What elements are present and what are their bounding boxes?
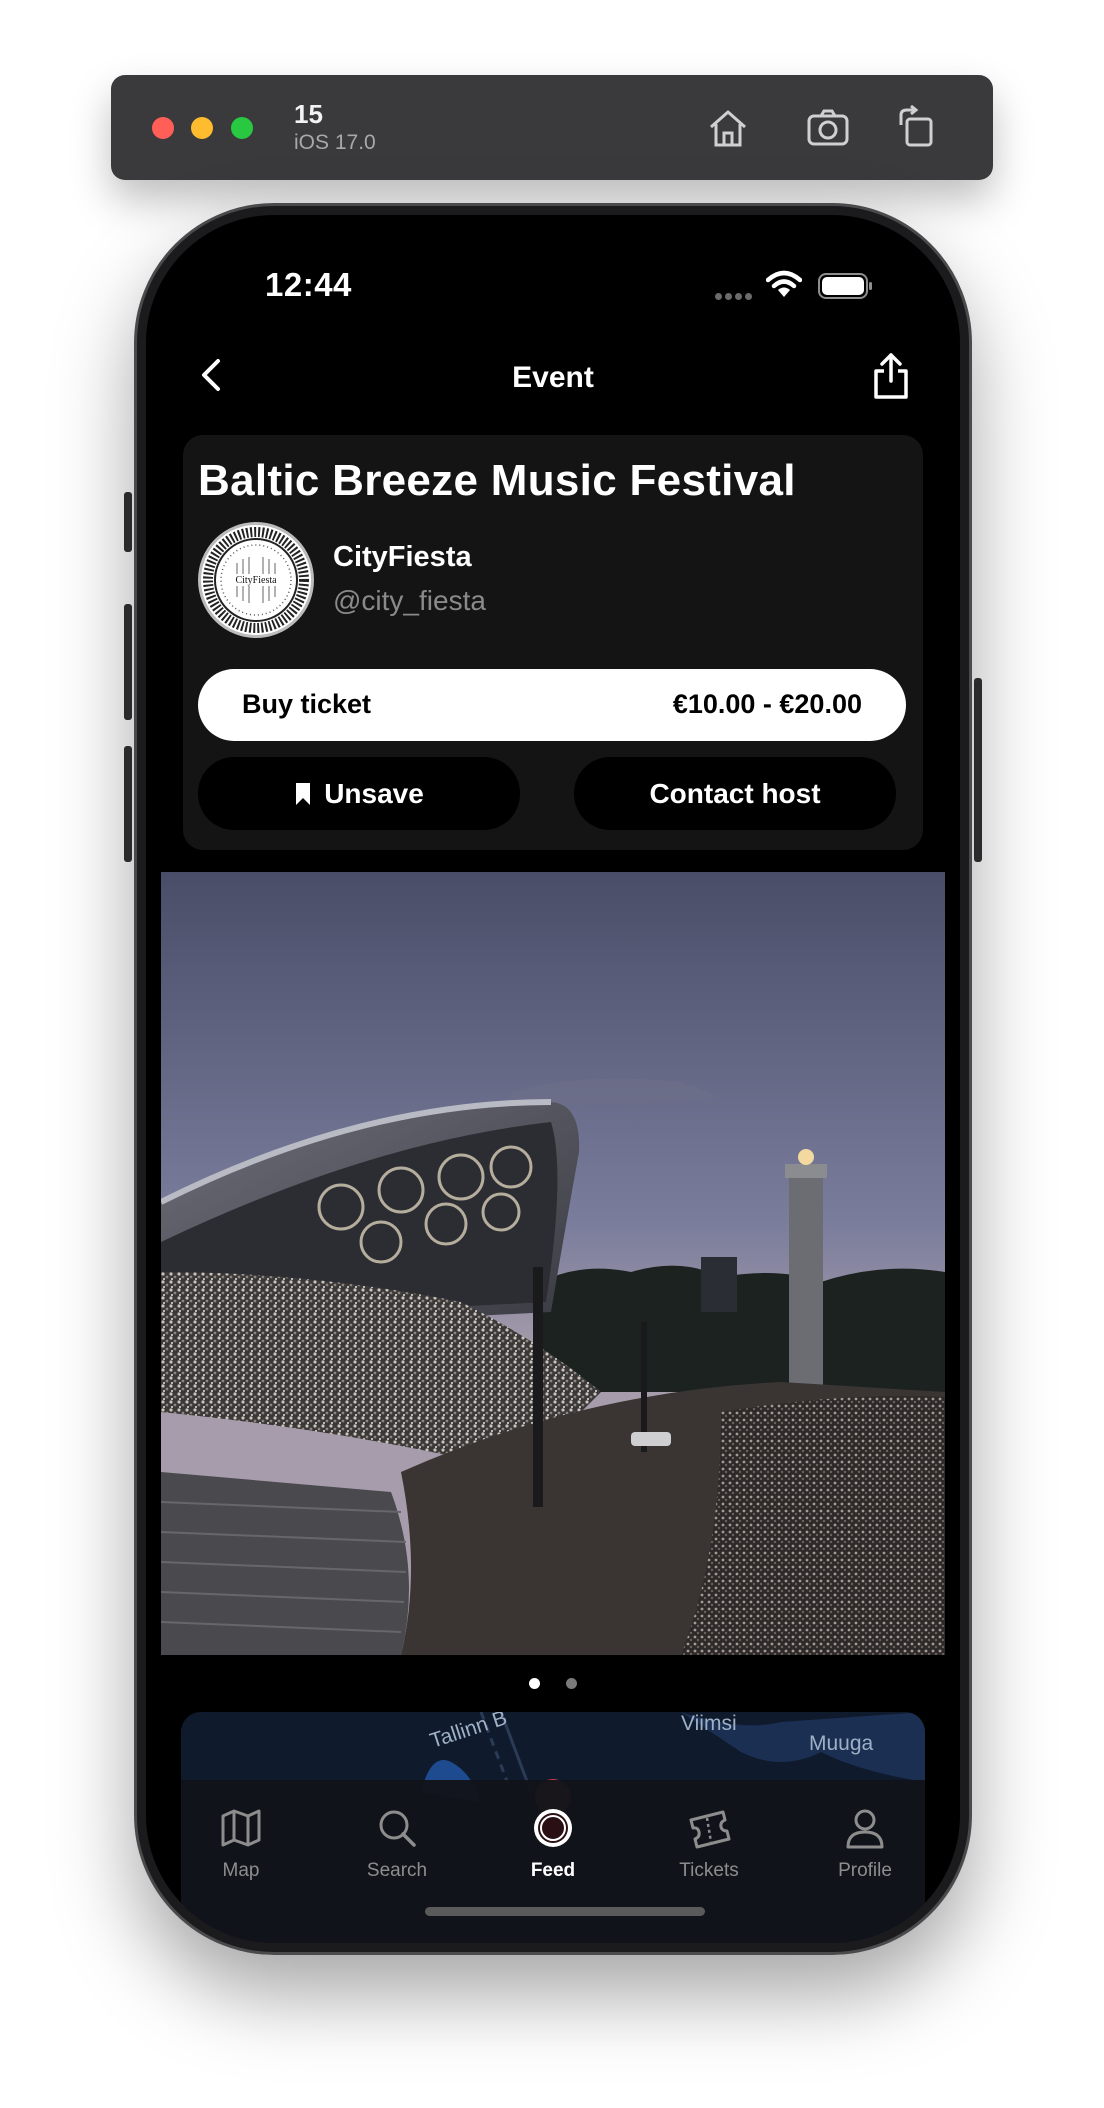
event-title: Baltic Breeze Music Festival: [198, 456, 796, 505]
event-card: Baltic Breeze Music Festival CityFiesta …: [183, 435, 923, 850]
tab-search[interactable]: Search: [337, 1806, 457, 1882]
profile-icon: [846, 1809, 884, 1849]
phone-screen: 12:44 Event Baltic Breeze Music Festival: [146, 215, 960, 1943]
unsave-button[interactable]: Unsave: [198, 757, 520, 830]
tab-bar: Map Search Feed Tickets Profile: [181, 1780, 925, 1943]
contact-host-label: Contact host: [649, 777, 821, 809]
page-dot-active[interactable]: [528, 1678, 540, 1689]
share-button[interactable]: [870, 351, 912, 401]
map-label-muuga: Muuga: [809, 1732, 874, 1755]
zoom-window-button[interactable]: [231, 117, 253, 139]
simulator-device-name: 15: [294, 99, 323, 129]
photo-page-indicator[interactable]: [146, 1676, 960, 1694]
tab-map-label: Map: [222, 1860, 260, 1881]
rotate-icon[interactable]: [895, 105, 941, 151]
host-name[interactable]: CityFiesta: [333, 541, 472, 574]
home-icon[interactable]: [705, 105, 751, 151]
tab-tickets-label: Tickets: [679, 1860, 739, 1881]
host-logo: CityFiesta: [203, 527, 309, 633]
host-avatar[interactable]: CityFiesta: [198, 522, 314, 638]
event-photo[interactable]: [161, 872, 945, 1655]
search-icon: [379, 1810, 416, 1847]
minimize-window-button[interactable]: [191, 117, 213, 139]
screenshot-icon[interactable]: [805, 105, 851, 151]
tab-tickets[interactable]: Tickets: [649, 1806, 769, 1882]
bookmark-icon: [296, 782, 311, 805]
page-title: Event: [512, 361, 594, 394]
buy-ticket-button[interactable]: Buy ticket €10.00 - €20.00: [198, 669, 906, 741]
page-dot-inactive[interactable]: [566, 1678, 578, 1689]
host-handle[interactable]: @city_fiesta: [333, 585, 486, 617]
feed-icon: [534, 1809, 572, 1847]
cellular-signal-icon: [715, 287, 755, 305]
battery-icon: [818, 273, 872, 299]
ticket-price-range: €10.00 - €20.00: [672, 689, 862, 719]
power-button: [974, 678, 982, 862]
contact-host-button[interactable]: Contact host: [574, 757, 896, 830]
map-label-viimsi: Viimsi: [681, 1712, 737, 1735]
stadium-concert-image: [161, 872, 945, 1655]
home-indicator[interactable]: [425, 1907, 705, 1916]
tab-search-label: Search: [366, 1860, 428, 1881]
wifi-icon: [766, 270, 802, 297]
host-logo-text: CityFiesta: [235, 575, 277, 586]
action-button: [124, 492, 132, 552]
tab-profile-label: Profile: [838, 1860, 892, 1881]
simulator-os-version: iOS 17.0: [294, 131, 376, 154]
tab-map[interactable]: Map: [181, 1806, 301, 1882]
tab-feed-label: Feed: [530, 1860, 576, 1881]
volume-down-button: [124, 746, 132, 862]
tab-feed[interactable]: Feed: [493, 1806, 613, 1882]
status-time: 12:44: [265, 266, 352, 303]
volume-up-button: [124, 604, 132, 720]
map-icon: [221, 1809, 261, 1847]
buy-ticket-label: Buy ticket: [242, 689, 372, 719]
simulator-toolbar: 15 iOS 17.0: [111, 75, 993, 180]
close-window-button[interactable]: [152, 117, 174, 139]
unsave-label: Unsave: [324, 777, 424, 809]
tab-profile[interactable]: Profile: [805, 1806, 925, 1882]
ticket-icon: [689, 1810, 731, 1849]
